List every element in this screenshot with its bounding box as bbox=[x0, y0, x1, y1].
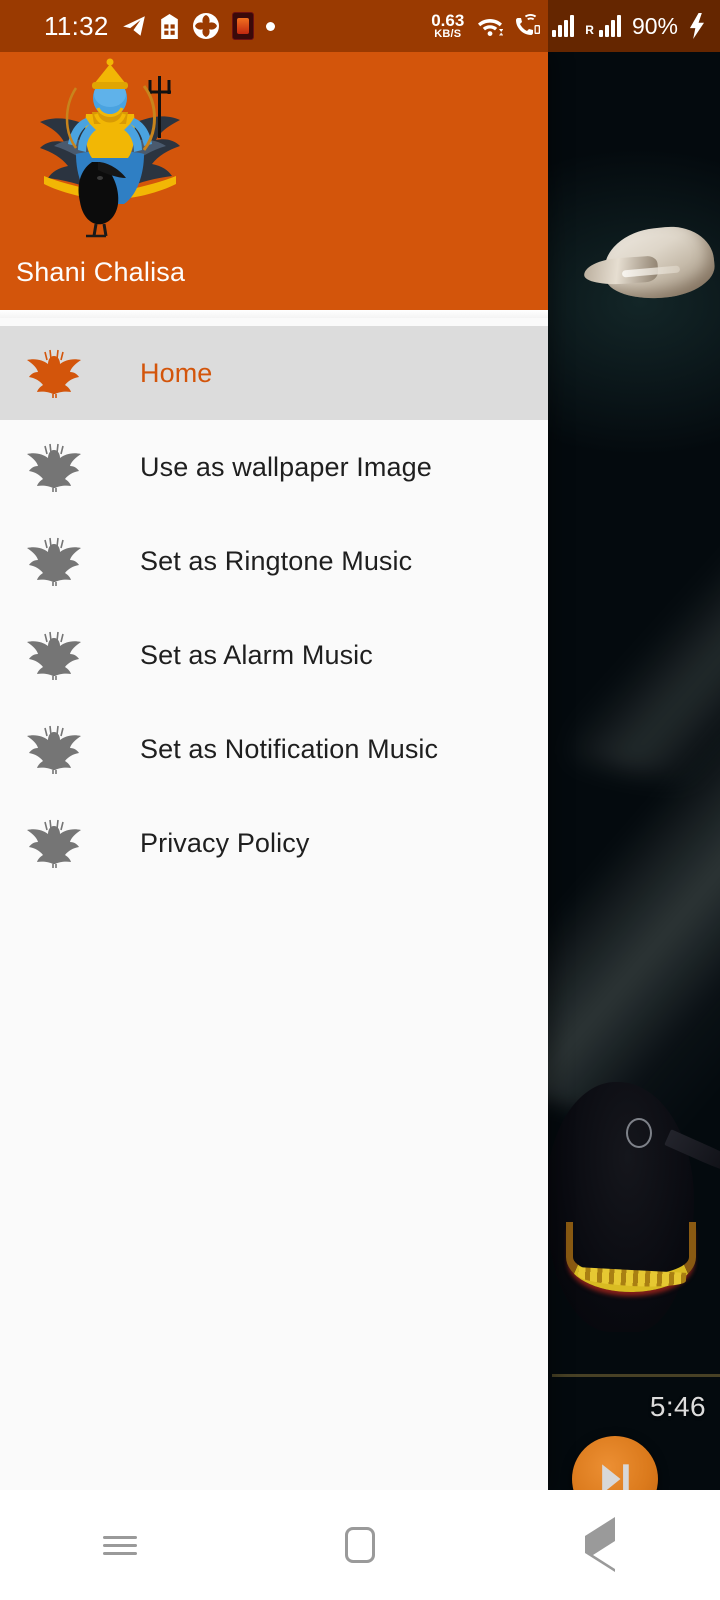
drawer-item-label: Set as Ringtone Music bbox=[140, 545, 413, 576]
drawer-item-set-as-alarm[interactable]: Set as Alarm Music bbox=[0, 608, 548, 702]
vowifi-call-icon bbox=[514, 14, 541, 38]
calculator-icon bbox=[159, 13, 180, 39]
drawer-item-label: Set as Alarm Music bbox=[140, 639, 373, 670]
shani-deity-image bbox=[14, 58, 194, 238]
signal-bars-icon bbox=[552, 15, 575, 37]
conch-shell-image bbox=[583, 222, 718, 304]
skip-next-button[interactable] bbox=[572, 1436, 658, 1490]
back-icon bbox=[585, 1517, 615, 1572]
wing-highlight-secondary bbox=[570, 464, 720, 800]
android-nav-bar bbox=[0, 1490, 720, 1600]
drawer-item-set-as-ringtone[interactable]: Set as Ringtone Music bbox=[0, 514, 548, 608]
deity-silhouette-icon bbox=[20, 348, 88, 398]
dot-icon bbox=[265, 21, 275, 31]
roaming-signal-icon: R bbox=[585, 15, 621, 37]
deity-silhouette-icon bbox=[20, 818, 88, 868]
flower-app-icon bbox=[192, 12, 220, 40]
drawer-item-label: Use as wallpaper Image bbox=[140, 451, 432, 482]
navigation-drawer: Shani Chalisa Home Use as wallpaper Imag… bbox=[0, 52, 548, 1490]
drawer-item-label: Home bbox=[140, 357, 213, 388]
player-time-label: 5:46 bbox=[649, 1391, 706, 1422]
status-bar: 11:32 0.63 KB/S R 90% bbox=[0, 0, 720, 52]
drawer-menu-list: Home Use as wallpaper Image Set as Ringt… bbox=[0, 318, 548, 890]
deity-silhouette-icon bbox=[20, 442, 88, 492]
deity-silhouette-icon bbox=[20, 724, 88, 774]
app-title: Shani Chalisa bbox=[16, 257, 186, 287]
telegram-icon bbox=[121, 13, 147, 39]
status-clock: 11:32 bbox=[44, 10, 109, 41]
drawer-item-home[interactable]: Home bbox=[0, 326, 548, 420]
wifi-icon bbox=[477, 15, 504, 37]
recents-button[interactable] bbox=[60, 1490, 180, 1600]
battery-percent-label: 90% bbox=[631, 12, 678, 39]
deity-silhouette-icon bbox=[20, 630, 88, 680]
network-speed-value: 0.63 bbox=[431, 11, 465, 30]
drawer-item-label: Set as Notification Music bbox=[140, 733, 439, 764]
drawer-item-label: Privacy Policy bbox=[140, 827, 310, 858]
drawer-header: Shani Chalisa bbox=[0, 52, 548, 310]
crow-image bbox=[546, 1082, 720, 1412]
home-icon bbox=[345, 1527, 375, 1563]
charging-bolt-icon bbox=[689, 13, 706, 39]
deity-silhouette-icon bbox=[20, 536, 88, 586]
back-button[interactable] bbox=[540, 1490, 660, 1600]
network-speed-unit: KB/S bbox=[434, 28, 462, 40]
red-app-icon bbox=[231, 12, 254, 40]
drawer-divider bbox=[0, 310, 548, 318]
network-speed-indicator: 0.63 KB/S bbox=[431, 12, 464, 40]
roaming-label: R bbox=[585, 23, 594, 37]
drawer-item-set-as-notification[interactable]: Set as Notification Music bbox=[0, 702, 548, 796]
scene-horizon-line bbox=[552, 1374, 720, 1377]
phone-screen: 5:46 Shani Chalisa Home Use as wallpaper… bbox=[0, 0, 720, 1600]
recents-icon bbox=[103, 1531, 137, 1560]
home-button[interactable] bbox=[300, 1490, 420, 1600]
drawer-item-privacy-policy[interactable]: Privacy Policy bbox=[0, 796, 548, 890]
drawer-item-use-as-wallpaper[interactable]: Use as wallpaper Image bbox=[0, 420, 548, 514]
